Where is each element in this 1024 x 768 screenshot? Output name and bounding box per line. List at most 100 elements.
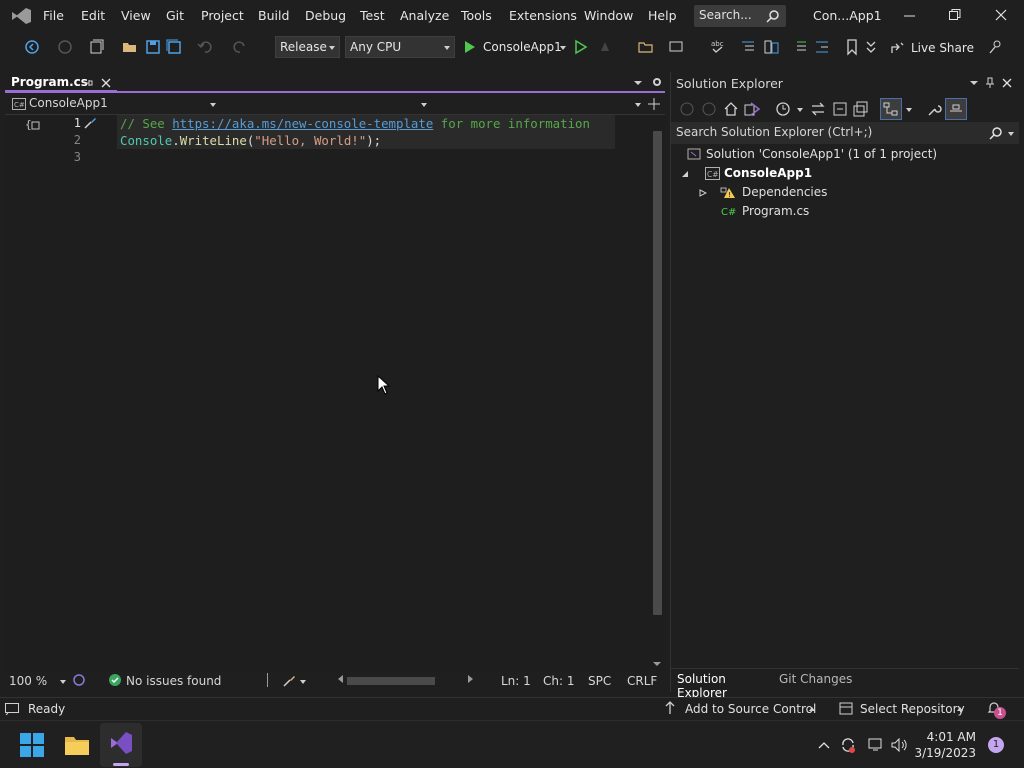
tab-overflow-icon[interactable] [633,78,643,88]
close-icon[interactable] [994,8,1008,22]
tree-item-program-cs[interactable]: C# Program.cs [671,202,1019,221]
system-clock[interactable]: 4:01 AM 3/19/2023 [914,729,976,761]
menu-project[interactable]: Project [201,8,244,23]
select-repository-button[interactable]: Select Repository [860,702,965,716]
notifications-button[interactable]: 1 [987,700,1007,719]
chevron-down-icon[interactable] [1007,130,1015,138]
chevron-down-icon[interactable] [60,680,66,684]
outdent-icon[interactable] [791,38,809,56]
zoom-level[interactable]: 100 % [9,674,47,688]
quick-actions-brush-icon[interactable] [83,116,97,130]
code-comment-link[interactable]: https://aka.ms/new-console-template [172,116,433,131]
redo-icon[interactable] [231,38,249,56]
collapsed-triangle-icon[interactable] [699,189,707,197]
menu-test[interactable]: Test [360,8,385,23]
minimize-icon[interactable] [903,8,917,22]
menu-file[interactable]: File [43,8,64,23]
panel-menu-icon[interactable] [969,78,979,88]
menu-build[interactable]: Build [258,8,289,23]
chevron-down-icon[interactable] [905,106,913,114]
pin-icon[interactable] [83,78,93,88]
start-without-debugging-icon[interactable] [572,38,590,56]
forward-icon[interactable] [702,102,716,116]
add-to-source-control-button[interactable]: Add to Source Control [685,702,816,716]
browser-link-icon[interactable] [667,38,685,56]
hot-reload-icon[interactable] [596,38,614,56]
menu-help[interactable]: Help [648,8,677,23]
bookmark-icon[interactable] [843,38,861,56]
chevron-up-icon[interactable] [818,741,830,749]
chevron-down-icon[interactable] [796,106,804,114]
scroll-left-icon[interactable] [336,674,344,684]
navigate-forward-icon[interactable] [56,38,74,56]
menu-analyze[interactable]: Analyze [400,8,449,23]
settings-icon[interactable] [651,76,663,88]
vertical-scrollbar[interactable] [649,115,665,671]
network-icon[interactable] [868,738,884,752]
preview-selected-items-button[interactable] [880,98,902,120]
split-window-icon[interactable] [648,98,660,110]
menu-window[interactable]: Window [584,8,633,23]
pin-icon[interactable] [985,77,995,89]
collapse-all-icon[interactable] [832,101,848,117]
feedback-icon[interactable] [987,38,1005,56]
volume-icon[interactable] [891,738,909,752]
close-tab-icon[interactable] [101,78,111,88]
chevron-down-icon[interactable] [300,680,306,684]
code-cleanup-brush-icon[interactable] [282,674,296,688]
solution-explorer-search-input[interactable]: Search Solution Explorer (Ctrl+;) [671,122,1019,144]
copilot-icon[interactable] [73,674,85,686]
save-icon[interactable] [144,38,162,56]
preview-tab-button[interactable] [945,98,967,120]
properties-wrench-icon[interactable] [926,101,942,117]
member-dropdown[interactable] [435,96,645,112]
navigate-back-icon[interactable] [23,38,41,56]
configuration-dropdown[interactable]: Release [275,36,340,58]
chevron-up-icon[interactable] [956,706,964,712]
code-editor[interactable]: { 1 2 3 // See https://aka.ms/new-consol… [5,115,665,671]
whitespace-indicator[interactable]: SPC [588,674,611,688]
scroll-down-icon[interactable] [652,661,662,667]
tree-item-dependencies[interactable]: ! Dependencies [671,183,1019,202]
visual-studio-logo-icon[interactable] [10,7,32,25]
search-input[interactable]: Search... [694,5,786,27]
menu-tools[interactable]: Tools [461,8,492,23]
scroll-right-icon[interactable] [467,674,475,684]
restore-icon[interactable] [948,8,962,22]
visual-studio-taskbar-icon[interactable] [100,723,142,767]
sync-with-document-icon[interactable] [810,101,826,117]
tab-program-cs[interactable]: Program.cs [5,72,117,92]
menu-git[interactable]: Git [166,8,184,23]
menu-debug[interactable]: Debug [305,8,346,23]
line-indicator[interactable]: Ln: 1 [501,674,531,688]
horizontal-scrollbar-thumb[interactable] [347,677,435,685]
close-panel-icon[interactable] [1002,78,1012,88]
line-ending-indicator[interactable]: CRLF [627,674,657,688]
type-dropdown[interactable] [225,96,430,112]
project-dropdown[interactable]: C# ConsoleApp1 [10,96,220,112]
pending-changes-filter-icon[interactable] [775,101,791,117]
new-project-icon[interactable] [88,38,106,56]
uncomment-icon[interactable] [762,38,780,56]
home-icon[interactable] [723,101,739,117]
menu-edit[interactable]: Edit [81,8,105,23]
menu-extensions[interactable]: Extensions [509,8,577,23]
next-bookmark-icon[interactable] [862,38,880,56]
comment-out-icon[interactable] [739,38,757,56]
solution-folder-icon[interactable] [637,38,655,56]
notification-center-badge[interactable]: 1 [988,737,1004,753]
column-indicator[interactable]: Ch: 1 [543,674,574,688]
file-explorer-icon[interactable] [64,733,90,757]
undo-icon[interactable] [196,38,214,56]
back-icon[interactable] [680,102,694,116]
windows-start-icon[interactable] [20,733,44,757]
platform-dropdown[interactable]: Any CPU [345,36,455,58]
sync-status-icon[interactable] [840,737,856,753]
show-all-files-icon[interactable] [853,101,869,117]
code-structure-icon[interactable]: { [25,116,41,132]
open-folder-icon[interactable] [121,38,139,56]
output-window-icon[interactable] [5,703,19,715]
expanded-triangle-icon[interactable] [681,170,689,178]
tree-item-project[interactable]: C# ConsoleApp1 [671,164,1019,183]
tab-git-changes[interactable]: Git Changes [671,669,871,691]
